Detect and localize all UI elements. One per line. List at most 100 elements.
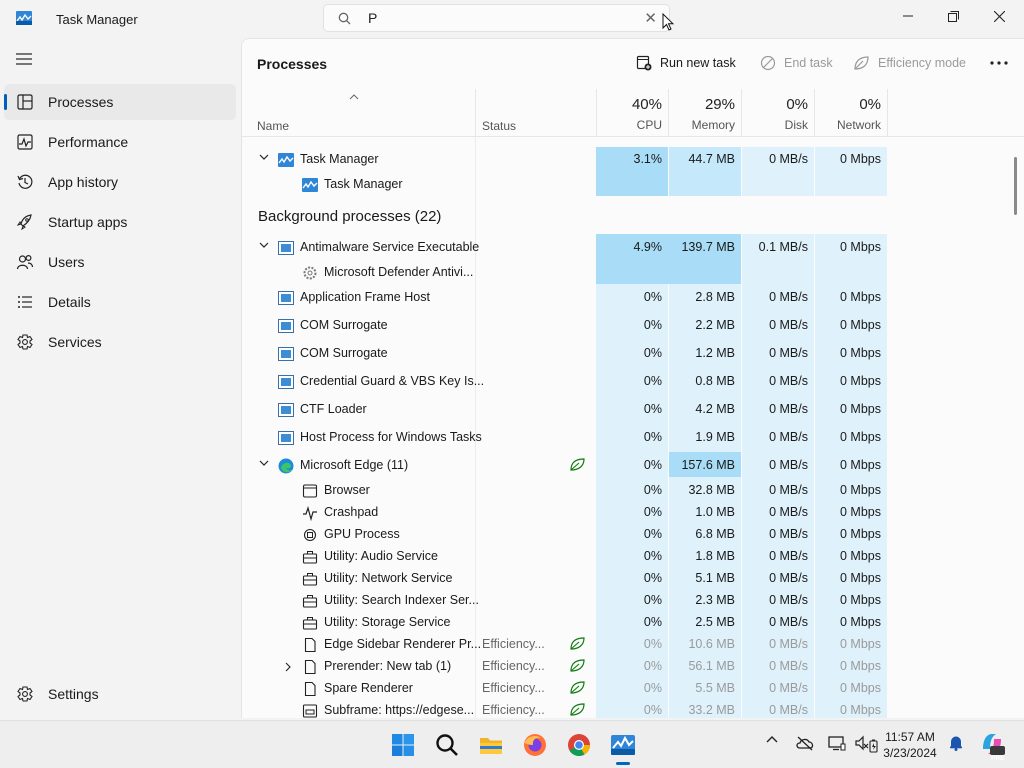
table-row[interactable]: Edge Sidebar Renderer Pr... Efficiency..…	[242, 634, 892, 656]
document-icon	[304, 681, 316, 697]
table-row[interactable]: GPU Process 0% 6.8 MB 0 MB/s 0 Mbps	[242, 524, 892, 546]
cpu-total: 40%	[631, 96, 662, 113]
service-window-icon	[278, 431, 294, 445]
table-row[interactable]: Microsoft Defender Antivi...	[242, 262, 892, 284]
sidebar-item-label: Users	[48, 254, 85, 270]
sidebar-item-label: Details	[48, 294, 91, 310]
table-row[interactable]: Utility: Storage Service 0% 2.5 MB 0 MB/…	[242, 612, 892, 634]
table-row[interactable]: Browser 0% 32.8 MB 0 MB/s 0 Mbps	[242, 480, 892, 502]
sidebar-item-details[interactable]: Details	[4, 284, 236, 320]
minimize-icon	[903, 15, 913, 17]
end-task-button[interactable]: End task	[760, 55, 833, 71]
chevron-down-icon[interactable]	[259, 241, 269, 249]
table-row[interactable]: Host Process for Windows Tasks 0% 1.9 MB…	[242, 427, 892, 449]
chrome-icon[interactable]	[566, 732, 592, 758]
task-manager-icon	[302, 178, 318, 192]
vertical-scrollbar[interactable]	[1014, 157, 1017, 215]
column-header-network[interactable]: Network	[817, 118, 881, 132]
column-header-disk[interactable]: Disk	[744, 118, 808, 132]
search-icon[interactable]	[434, 732, 460, 758]
sidebar-item-label: Performance	[48, 134, 129, 150]
search-box[interactable]: ✕	[323, 4, 670, 32]
maximize-button[interactable]	[930, 0, 976, 32]
sidebar-item-label: App history	[48, 174, 119, 190]
onedrive-icon[interactable]	[795, 735, 815, 751]
toolbox-icon	[302, 573, 318, 586]
table-row[interactable]: Utility: Network Service 0% 5.1 MB 0 MB/…	[242, 568, 892, 590]
sidebar-item-settings[interactable]: Settings	[4, 676, 236, 712]
start-icon[interactable]	[390, 732, 416, 758]
chevron-right-icon[interactable]	[284, 662, 292, 672]
table-row[interactable]: CTF Loader 0% 4.2 MB 0 MB/s 0 Mbps	[242, 399, 892, 421]
hamburger-icon[interactable]	[16, 52, 32, 66]
column-header-cpu[interactable]: CPU	[598, 118, 662, 132]
run-task-icon	[636, 55, 652, 71]
sidebar-item-label: Processes	[48, 94, 114, 110]
table-row[interactable]: COM Surrogate 0% 2.2 MB 0 MB/s 0 Mbps	[242, 315, 892, 337]
table-row[interactable]: COM Surrogate 0% 1.2 MB 0 MB/s 0 Mbps	[242, 343, 892, 365]
gear-icon	[303, 266, 317, 280]
speaker-icon[interactable]	[855, 735, 869, 751]
chevron-up-icon[interactable]	[766, 735, 778, 743]
sidebar-item-performance[interactable]: Performance	[4, 124, 236, 160]
browser-window-icon	[302, 484, 318, 498]
column-divider	[668, 89, 669, 136]
sidebar: Processes Performance App history Startu…	[0, 38, 240, 718]
end-task-label: End task	[784, 56, 833, 70]
table-row[interactable]: Credential Guard & VBS Key Is... 0% 0.8 …	[242, 371, 892, 393]
table-row[interactable]: Subframe: https://edgese... Efficiency..…	[242, 700, 892, 718]
status-text: Efficiency...	[482, 637, 545, 651]
sidebar-item-processes[interactable]: Processes	[4, 84, 236, 120]
efficiency-leaf-icon	[570, 458, 585, 471]
table-row[interactable]: Microsoft Edge (11) 0% 157.6 MB 0 MB/s 0…	[242, 455, 892, 477]
chevron-down-icon[interactable]	[259, 153, 269, 161]
memory-total: 29%	[704, 96, 735, 113]
close-button[interactable]	[976, 0, 1022, 32]
system-clock[interactable]: 11:57 AM 3/23/2024	[878, 729, 942, 761]
bell-icon[interactable]	[949, 735, 963, 751]
task-manager-icon[interactable]	[610, 732, 636, 758]
efficiency-mode-button[interactable]: Efficiency mode	[853, 55, 966, 71]
sidebar-item-users[interactable]: Users	[4, 244, 236, 280]
table-row[interactable]: Prerender: New tab (1) Efficiency... 0% …	[242, 656, 892, 678]
active-app-indicator	[616, 762, 630, 765]
file-explorer-icon[interactable]	[478, 732, 504, 758]
column-header-memory[interactable]: Memory	[671, 118, 735, 132]
close-icon	[993, 10, 1005, 22]
run-new-task-button[interactable]: Run new task	[636, 55, 736, 71]
clock-date: 3/23/2024	[883, 746, 937, 760]
service-window-icon	[278, 403, 294, 417]
chevron-down-icon[interactable]	[259, 459, 269, 467]
table-row[interactable]: Spare Renderer Efficiency... 0% 5.5 MB 0…	[242, 678, 892, 700]
table-row[interactable]: Task Manager 3.1% 44.7 MB 0 MB/s 0 Mbps	[242, 149, 892, 171]
performance-icon	[17, 134, 33, 150]
process-table: Task Manager 3.1% 44.7 MB 0 MB/s 0 Mbps …	[242, 137, 1024, 718]
display-icon[interactable]	[828, 735, 846, 751]
sidebar-item-services[interactable]: Services	[4, 324, 236, 360]
sidebar-item-app-history[interactable]: App history	[4, 164, 236, 200]
sidebar-item-startup-apps[interactable]: Startup apps	[4, 204, 236, 240]
column-header-name[interactable]: Name	[257, 119, 289, 133]
table-row[interactable]: Crashpad 0% 1.0 MB 0 MB/s 0 Mbps	[242, 502, 892, 524]
document-icon	[304, 637, 316, 653]
table-row[interactable]: Antimalware Service Executable 4.9% 139.…	[242, 237, 892, 259]
table-row[interactable]: Application Frame Host 0% 2.8 MB 0 MB/s …	[242, 287, 892, 309]
table-row[interactable]: Utility: Search Indexer Ser... 0% 2.3 MB…	[242, 590, 892, 612]
firefox-icon[interactable]	[522, 732, 548, 758]
startup-icon	[16, 214, 32, 231]
search-input[interactable]	[368, 9, 628, 27]
toolbox-icon	[302, 617, 318, 630]
copilot-icon[interactable]	[979, 731, 1005, 757]
maximize-icon	[947, 10, 959, 22]
minimize-button[interactable]	[885, 0, 931, 32]
more-options-icon[interactable]	[990, 61, 1008, 65]
table-row[interactable]: Utility: Audio Service 0% 1.8 MB 0 MB/s …	[242, 546, 892, 568]
close-icon[interactable]: ✕	[644, 9, 657, 27]
task-manager-icon	[16, 11, 32, 25]
column-header-status[interactable]: Status	[482, 119, 516, 133]
table-row[interactable]: Task Manager	[242, 174, 892, 196]
end-task-icon	[760, 55, 776, 71]
column-divider	[814, 89, 815, 136]
page-title: Processes	[257, 56, 328, 72]
run-new-task-label: Run new task	[660, 56, 736, 70]
